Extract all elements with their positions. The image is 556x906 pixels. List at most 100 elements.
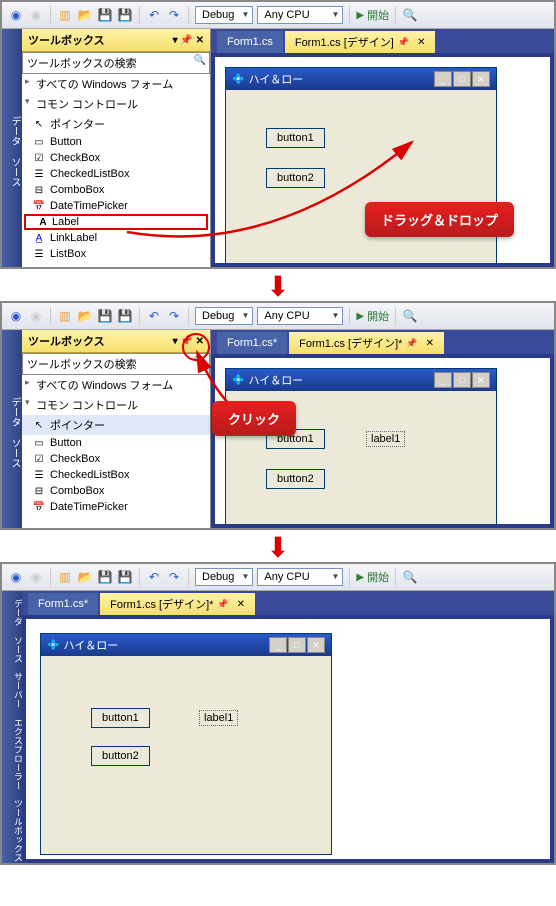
form-label1[interactable]: label1 (366, 431, 405, 447)
form-titlebar[interactable]: ハイ＆ロー_□✕ (41, 634, 331, 656)
close-icon[interactable]: ✕ (472, 71, 490, 87)
toolbox-panel: ツールボックス▾ 📌 ✕ ツールボックスの検索 すべての Windows フォー… (22, 29, 211, 267)
max-icon[interactable]: □ (453, 372, 471, 388)
toolbox-item-checkedlistbox[interactable]: ☰CheckedListBox (22, 467, 210, 483)
tab-code[interactable]: Form1.cs* (217, 332, 287, 354)
panel-step1: ◉ ◉ ▥ 📂 💾 💾 ↶ ↷ Debug Any CPU 開始 🔍 データ ソ… (0, 0, 556, 269)
redo-icon[interactable]: ↷ (166, 308, 182, 324)
saveall-icon[interactable]: 💾 (117, 569, 133, 585)
new-icon[interactable]: ▥ (57, 7, 73, 23)
nav-fwd-icon[interactable]: ◉ (28, 569, 44, 585)
toolbox-panel: ツールボックス▾ 📌 ✕ ツールボックスの検索 すべての Windows フォー… (22, 330, 211, 528)
toolbox-item-pointer[interactable]: ↖ポインター (22, 114, 210, 134)
form-button2[interactable]: button2 (91, 746, 150, 766)
platform-dropdown[interactable]: Any CPU (257, 6, 343, 24)
form-designer[interactable]: ハイ＆ロー_□✕ button1 button2 label1 (215, 358, 550, 524)
nav-back-icon[interactable]: ◉ (8, 569, 24, 585)
config-dropdown[interactable]: Debug (195, 568, 253, 586)
nav-back-icon[interactable]: ◉ (8, 7, 24, 23)
tab-pin-icon[interactable]: 📌 (217, 599, 228, 610)
toolbox-item-button[interactable]: ▭Button (22, 134, 210, 150)
tab-close-icon[interactable]: ✕ (417, 37, 425, 48)
find-icon[interactable]: 🔍 (402, 7, 418, 23)
nav-fwd-icon[interactable]: ◉ (28, 7, 44, 23)
config-dropdown[interactable]: Debug (195, 307, 253, 325)
max-icon[interactable]: □ (288, 637, 306, 653)
save-icon[interactable]: 💾 (97, 569, 113, 585)
tab-design[interactable]: Form1.cs [デザイン]*📌✕ (289, 332, 444, 354)
undo-icon[interactable]: ↶ (146, 308, 162, 324)
toolbox-item-pointer[interactable]: ↖ポインター (22, 415, 210, 435)
main-toolbar: ◉ ◉ ▥ 📂 💾 💾 ↶ ↷ Debug Any CPU 開始 🔍 (2, 564, 554, 591)
tab-code[interactable]: Form1.cs (217, 31, 283, 53)
toolbox-item-checkbox[interactable]: ☑CheckBox (22, 150, 210, 166)
toolbox-group-common[interactable]: コモン コントロール (22, 395, 210, 415)
open-icon[interactable]: 📂 (77, 569, 93, 585)
form-button2[interactable]: button2 (266, 168, 325, 188)
toolbox-item-checkedlistbox[interactable]: ☰CheckedListBox (22, 166, 210, 182)
open-icon[interactable]: 📂 (77, 7, 93, 23)
form-titlebar[interactable]: ハイ＆ロー_□✕ (226, 369, 496, 391)
form-window[interactable]: ハイ＆ロー_□✕ button1 button2 label1 (40, 633, 332, 855)
tab-design[interactable]: Form1.cs [デザイン]📌✕ (285, 31, 436, 53)
start-button[interactable]: 開始 (356, 569, 389, 585)
form-designer[interactable]: ハイ＆ロー_□✕ button1 button2 label1 (26, 619, 550, 859)
config-dropdown[interactable]: Debug (195, 6, 253, 24)
toolbox-item-label[interactable]: ALabel (24, 214, 208, 230)
pin-icon[interactable]: ▾ 📌 ✕ (173, 35, 204, 46)
toolbox-search[interactable]: ツールボックスの検索 (22, 353, 210, 375)
tab-design[interactable]: Form1.cs [デザイン]*📌✕ (100, 593, 255, 615)
nav-fwd-icon[interactable]: ◉ (28, 308, 44, 324)
toolbox-item-checkbox[interactable]: ☑CheckBox (22, 451, 210, 467)
toolbox-item-combobox[interactable]: ⊟ComboBox (22, 182, 210, 198)
save-icon[interactable]: 💾 (97, 308, 113, 324)
max-icon[interactable]: □ (453, 71, 471, 87)
close-icon[interactable]: ✕ (472, 372, 490, 388)
tab-pin-icon[interactable]: 📌 (406, 338, 417, 349)
tab-close-icon[interactable]: ✕ (426, 338, 434, 349)
min-icon[interactable]: _ (434, 71, 452, 87)
form-label1[interactable]: label1 (199, 710, 238, 726)
undo-icon[interactable]: ↶ (146, 569, 162, 585)
redo-icon[interactable]: ↷ (166, 7, 182, 23)
toolbox-group-common[interactable]: コモン コントロール (22, 94, 210, 114)
toolbox-item-button[interactable]: ▭Button (22, 435, 210, 451)
saveall-icon[interactable]: 💾 (117, 308, 133, 324)
sidebar-tabs[interactable]: データ ソース サーバー エクスプローラー ツールボックス (2, 591, 22, 863)
undo-icon[interactable]: ↶ (146, 7, 162, 23)
open-icon[interactable]: 📂 (77, 308, 93, 324)
nav-back-icon[interactable]: ◉ (8, 308, 24, 324)
toolbox-group-allwinforms[interactable]: すべての Windows フォーム (22, 375, 210, 395)
tab-close-icon[interactable]: ✕ (237, 599, 245, 610)
toolbox-item-listbox[interactable]: ☰ListBox (22, 246, 210, 262)
close-icon[interactable]: ✕ (307, 637, 325, 653)
saveall-icon[interactable]: 💾 (117, 7, 133, 23)
form-button1[interactable]: button1 (266, 128, 325, 148)
platform-dropdown[interactable]: Any CPU (257, 307, 343, 325)
sidebar-datasource-tab[interactable]: データ ソース (2, 330, 22, 528)
tab-code[interactable]: Form1.cs* (28, 593, 98, 615)
min-icon[interactable]: _ (269, 637, 287, 653)
save-icon[interactable]: 💾 (97, 7, 113, 23)
redo-icon[interactable]: ↷ (166, 569, 182, 585)
toolbox-item-combobox[interactable]: ⊟ComboBox (22, 483, 210, 499)
platform-dropdown[interactable]: Any CPU (257, 568, 343, 586)
sidebar-datasource-tab[interactable]: データ ソース (2, 29, 22, 267)
form-window[interactable]: ハイ＆ロー_□✕ button1 button2 label1 (225, 368, 497, 524)
new-icon[interactable]: ▥ (57, 308, 73, 324)
form-titlebar[interactable]: ハイ＆ロー_□✕ (226, 68, 496, 90)
start-button[interactable]: 開始 (356, 7, 389, 23)
min-icon[interactable]: _ (434, 372, 452, 388)
toolbox-item-datetimepicker[interactable]: 📅DateTimePicker (22, 198, 210, 214)
start-button[interactable]: 開始 (356, 308, 389, 324)
form-button1[interactable]: button1 (91, 708, 150, 728)
find-icon[interactable]: 🔍 (402, 569, 418, 585)
new-icon[interactable]: ▥ (57, 569, 73, 585)
toolbox-item-linklabel[interactable]: A̲LinkLabel (22, 230, 210, 246)
toolbox-group-allwinforms[interactable]: すべての Windows フォーム (22, 74, 210, 94)
form-button2[interactable]: button2 (266, 469, 325, 489)
toolbox-item-datetimepicker[interactable]: 📅DateTimePicker (22, 499, 210, 515)
find-icon[interactable]: 🔍 (402, 308, 418, 324)
toolbox-search[interactable]: ツールボックスの検索 (22, 52, 210, 74)
tab-pin-icon[interactable]: 📌 (398, 37, 409, 48)
